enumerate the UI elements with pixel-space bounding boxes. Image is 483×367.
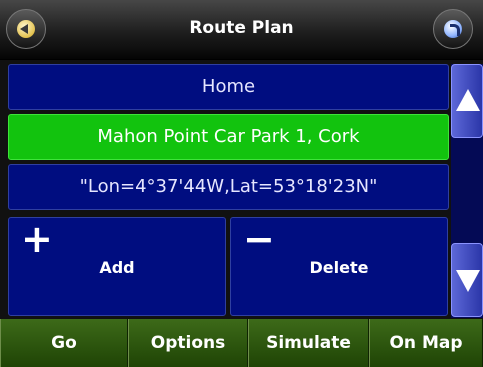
simulate-button[interactable]: Simulate — [248, 319, 369, 367]
scroll-down-button[interactable] — [451, 243, 483, 317]
title-bar: Route Plan — [0, 0, 483, 60]
route-item-home[interactable]: Home — [8, 64, 449, 110]
route-item-label: Mahon Point Car Park 1, Cork — [97, 126, 360, 147]
options-button[interactable]: Options — [128, 319, 248, 367]
go-button[interactable]: Go — [0, 319, 128, 367]
route-item-coordinates[interactable]: "Lon=4°37'44W,Lat=53°18'23N" — [8, 164, 449, 210]
minus-icon: − — [243, 217, 275, 261]
delete-label: Delete — [309, 258, 369, 277]
plus-icon: + — [21, 217, 53, 261]
on-map-button[interactable]: On Map — [369, 319, 483, 367]
scroll-up-arrow-icon — [456, 89, 480, 111]
scroll-down-arrow-icon — [456, 270, 480, 292]
delete-button[interactable]: − Delete — [230, 217, 448, 316]
route-item-label: Home — [201, 76, 256, 97]
route-item-mahon-point[interactable]: Mahon Point Car Park 1, Cork — [8, 114, 449, 160]
add-label: Add — [99, 258, 135, 277]
scrollbar[interactable] — [451, 64, 483, 318]
help-button[interactable] — [433, 9, 473, 49]
page-title: Route Plan — [189, 18, 294, 38]
add-button[interactable]: + Add — [8, 217, 226, 316]
bottom-toolbar: Go Options Simulate On Map — [0, 319, 483, 367]
scroll-up-button[interactable] — [451, 64, 483, 138]
help-icon — [444, 20, 462, 38]
route-item-label: "Lon=4°37'44W,Lat=53°18'23N" — [79, 176, 378, 197]
